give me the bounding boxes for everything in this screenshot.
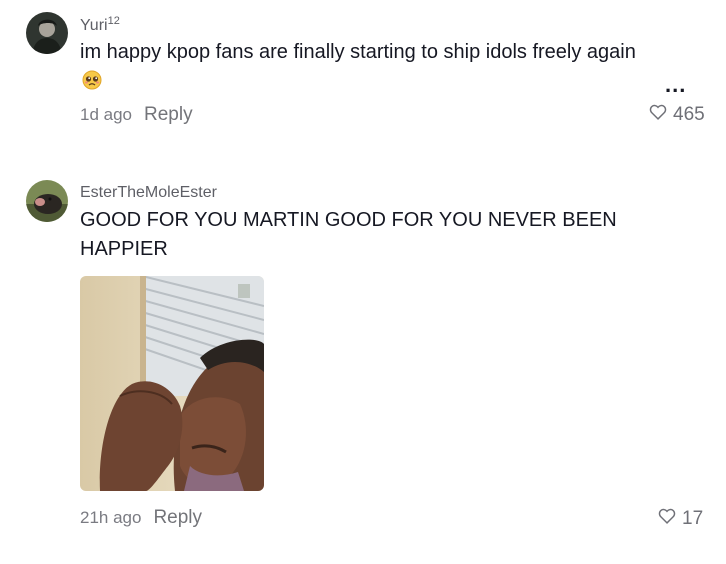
reply-button[interactable]: Reply: [144, 104, 193, 125]
reply-button[interactable]: Reply: [153, 507, 202, 528]
more-options-icon[interactable]: ...: [665, 72, 686, 98]
avatar[interactable]: [26, 12, 68, 54]
comment-text: im happy kpop fans are finally starting …: [80, 38, 640, 99]
username-suffix: 12: [107, 15, 120, 27]
username-text[interactable]: EsterTheMoleEster: [80, 184, 217, 201]
username-text[interactable]: Yuri: [80, 17, 108, 34]
like-button[interactable]: 17: [658, 508, 703, 530]
comment-body: im happy kpop fans are finally starting …: [80, 41, 636, 63]
comment-attachment-image[interactable]: [80, 276, 264, 491]
username[interactable]: Yuri12: [80, 15, 120, 35]
comment-text: GOOD FOR YOU MARTIN GOOD FOR YOU NEVER B…: [80, 206, 620, 264]
like-count: 465: [673, 104, 705, 125]
heart-icon[interactable]: [649, 104, 673, 126]
username[interactable]: EsterTheMoleEster: [80, 184, 217, 202]
comment-body: GOOD FOR YOU MARTIN GOOD FOR YOU NEVER B…: [80, 209, 617, 260]
comment-meta: 21h ago Reply: [80, 507, 202, 529]
timestamp: 21h ago: [80, 508, 142, 527]
heart-icon[interactable]: [658, 508, 682, 530]
like-button[interactable]: 465: [649, 104, 705, 126]
pleading-face-emoji-icon: [82, 70, 102, 99]
timestamp: 1d ago: [80, 105, 132, 124]
comment-meta: 1d ago Reply: [80, 104, 193, 126]
like-count: 17: [682, 508, 704, 529]
avatar[interactable]: [26, 180, 68, 222]
more-options-label[interactable]: ...: [665, 72, 686, 97]
